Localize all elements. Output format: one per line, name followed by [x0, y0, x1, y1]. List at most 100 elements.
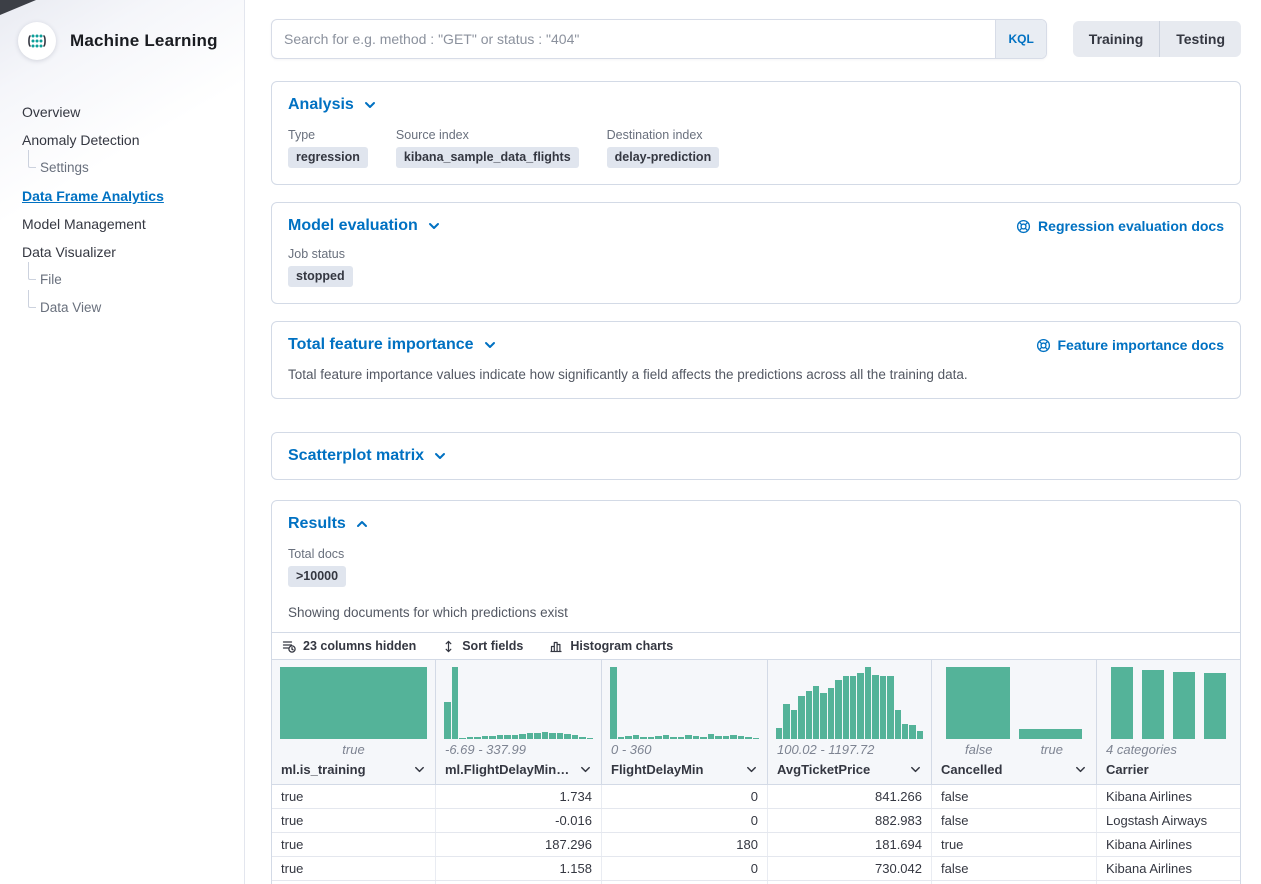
sidebar-item-settings[interactable]: Settings — [0, 154, 244, 182]
regression-evaluation-docs-link[interactable]: Regression evaluation docs — [1016, 218, 1224, 234]
column-header-carrier[interactable]: 4 categories Carrier — [1097, 660, 1240, 784]
feature-importance-panel: Total feature importance Feature importa… — [271, 321, 1241, 399]
column-name: ml.is_training — [281, 762, 366, 777]
columns-hidden-button[interactable]: 23 columns hidden — [282, 639, 416, 653]
cell-flightdelaymin[interactable]: 0 — [602, 857, 768, 880]
feature-importance-docs-link[interactable]: Feature importance docs — [1036, 337, 1225, 353]
histogram-charts-button[interactable]: Histogram charts — [549, 639, 673, 653]
cell-cancelled[interactable]: false — [932, 809, 1097, 832]
table-row: true1.7340841.266falseKibana Airlines — [272, 785, 1240, 809]
cell-ml-is-training[interactable]: true — [272, 809, 436, 832]
column-range-label: true — [272, 739, 435, 759]
sidebar-nav: OverviewAnomaly DetectionSettingsData Fr… — [0, 70, 244, 322]
testing-button[interactable]: Testing — [1159, 21, 1241, 57]
cell-avgticketprice[interactable]: 841.266 — [768, 785, 932, 808]
column-range-label: 4 categories — [1097, 739, 1240, 759]
model-evaluation-accordion-toggle[interactable]: Model evaluation — [288, 217, 441, 235]
main-content: KQL Training Testing Analysis Type regre… — [245, 0, 1261, 884]
cell-cancelled[interactable]: false — [932, 785, 1097, 808]
chevron-down-icon — [909, 763, 922, 776]
cell-ml-flightdelaymin-prediction[interactable]: 1.734 — [436, 785, 602, 808]
column-header-ml-is-training[interactable]: true ml.is_training — [272, 660, 436, 784]
sidebar-item-data-frame-analytics[interactable]: Data Frame Analytics — [0, 182, 244, 210]
search-input[interactable] — [272, 20, 995, 58]
cell-ml-is-training[interactable]: true — [272, 833, 436, 856]
sidebar-item-overview[interactable]: Overview — [0, 98, 244, 126]
column-histogram — [610, 667, 759, 739]
sort-fields-button[interactable]: Sort fields — [442, 639, 523, 653]
results-panel: Results Total docs >10000 Showing docume… — [271, 500, 1241, 884]
sidebar-item-model-management[interactable]: Model Management — [0, 210, 244, 238]
total-docs-badge: >10000 — [288, 566, 346, 587]
column-name: Carrier — [1106, 762, 1149, 777]
grid-body: true1.7340841.266falseKibana Airlinestru… — [272, 785, 1240, 884]
sidebar-item-file[interactable]: File — [0, 266, 244, 294]
cell-carrier[interactable]: Kibana Airlines — [1097, 785, 1240, 808]
chevron-down-icon — [427, 219, 441, 233]
results-accordion-toggle[interactable]: Results — [288, 515, 369, 533]
cell-flightdelaymin[interactable]: 0 — [602, 785, 768, 808]
docs-help-icon — [1016, 219, 1031, 234]
field-label: Total docs — [288, 547, 346, 561]
cell-avgticketprice[interactable]: 181.694 — [768, 833, 932, 856]
docs-help-icon — [1036, 338, 1051, 353]
field-label: Destination index — [607, 128, 720, 142]
chevron-down-icon — [579, 763, 592, 776]
cell-ml-flightdelaymin-prediction[interactable]: 187.296 — [436, 833, 602, 856]
app-header: Machine Learning — [0, 0, 244, 70]
table-row: true187.296180181.694trueKibana Airlines — [272, 833, 1240, 857]
column-histogram — [776, 667, 923, 739]
cell-ml-flightdelaymin-prediction[interactable]: 1.158 — [436, 857, 602, 880]
source-index-badge: kibana_sample_data_flights — [396, 147, 579, 168]
column-header-cancelled[interactable]: falsetrueCancelled — [932, 660, 1097, 784]
column-histogram — [1105, 667, 1232, 739]
cell-flightdelaymin[interactable]: 180 — [602, 833, 768, 856]
cell-carrier[interactable]: Kibana Airlines — [1097, 833, 1240, 856]
destination-index-field: Destination index delay-prediction — [607, 128, 720, 168]
analysis-type-field: Type regression — [288, 128, 368, 168]
table-row: true1.1580730.042falseKibana Airlines — [272, 857, 1240, 881]
column-header-avgticketprice[interactable]: 100.02 - 1197.72AvgTicketPrice — [768, 660, 932, 784]
cell-ml-is-training[interactable]: true — [272, 857, 436, 880]
analysis-title: Analysis — [288, 96, 354, 114]
field-label: Job status — [288, 247, 353, 261]
sidebar-item-anomaly-detection[interactable]: Anomaly Detection — [0, 126, 244, 154]
grid-toolbar: 23 columns hidden Sort fields Histogram … — [272, 632, 1240, 660]
machine-learning-logo-icon — [18, 22, 56, 60]
column-name: AvgTicketPrice — [777, 762, 870, 777]
scatterplot-matrix-title: Scatterplot matrix — [288, 447, 424, 465]
training-button[interactable]: Training — [1073, 21, 1159, 57]
feature-importance-accordion-toggle[interactable]: Total feature importance — [288, 336, 497, 354]
cell-carrier[interactable]: Kibana Airlines — [1097, 857, 1240, 880]
sidebar-item-data-view[interactable]: Data View — [0, 294, 244, 322]
results-title: Results — [288, 515, 346, 533]
column-header-flightdelaymin[interactable]: 0 - 360FlightDelayMin — [602, 660, 768, 784]
cell-flightdelaymin[interactable]: 0 — [602, 809, 768, 832]
cell-cancelled[interactable]: false — [932, 857, 1097, 880]
sidebar-item-data-visualizer[interactable]: Data Visualizer — [0, 238, 244, 266]
total-docs-field: Total docs >10000 — [288, 547, 346, 587]
column-histogram — [280, 667, 427, 739]
results-subtitle: Showing documents for which predictions … — [288, 605, 1224, 620]
column-histogram — [444, 667, 593, 739]
cell-avgticketprice[interactable]: 730.042 — [768, 857, 932, 880]
destination-index-badge: delay-prediction — [607, 147, 720, 168]
cell-carrier[interactable]: Logstash Airways — [1097, 809, 1240, 832]
analysis-accordion-toggle[interactable]: Analysis — [288, 96, 377, 114]
column-header-ml-flightdelaymin-prediction[interactable]: -6.69 - 337.99ml.FlightDelayMin_predicti… — [436, 660, 602, 784]
kql-toggle[interactable]: KQL — [995, 20, 1045, 58]
model-evaluation-panel: Model evaluation Regression evaluation d… — [271, 202, 1241, 304]
cell-avgticketprice[interactable]: 882.983 — [768, 809, 932, 832]
chevron-down-icon — [1074, 763, 1087, 776]
cell-ml-flightdelaymin-prediction[interactable]: -0.016 — [436, 809, 602, 832]
cell-ml-is-training[interactable]: true — [272, 785, 436, 808]
columns-hidden-icon — [282, 639, 296, 653]
job-status-field: Job status stopped — [288, 247, 353, 287]
column-name: ml.FlightDelayMin_prediction — [445, 762, 575, 777]
column-range-label: 0 - 360 — [602, 739, 767, 759]
scatterplot-matrix-accordion-toggle[interactable]: Scatterplot matrix — [288, 447, 447, 465]
analysis-panel: Analysis Type regression Source index ki… — [271, 81, 1241, 185]
histogram-icon — [549, 639, 563, 653]
cell-cancelled[interactable]: true — [932, 833, 1097, 856]
chevron-down-icon — [413, 763, 426, 776]
